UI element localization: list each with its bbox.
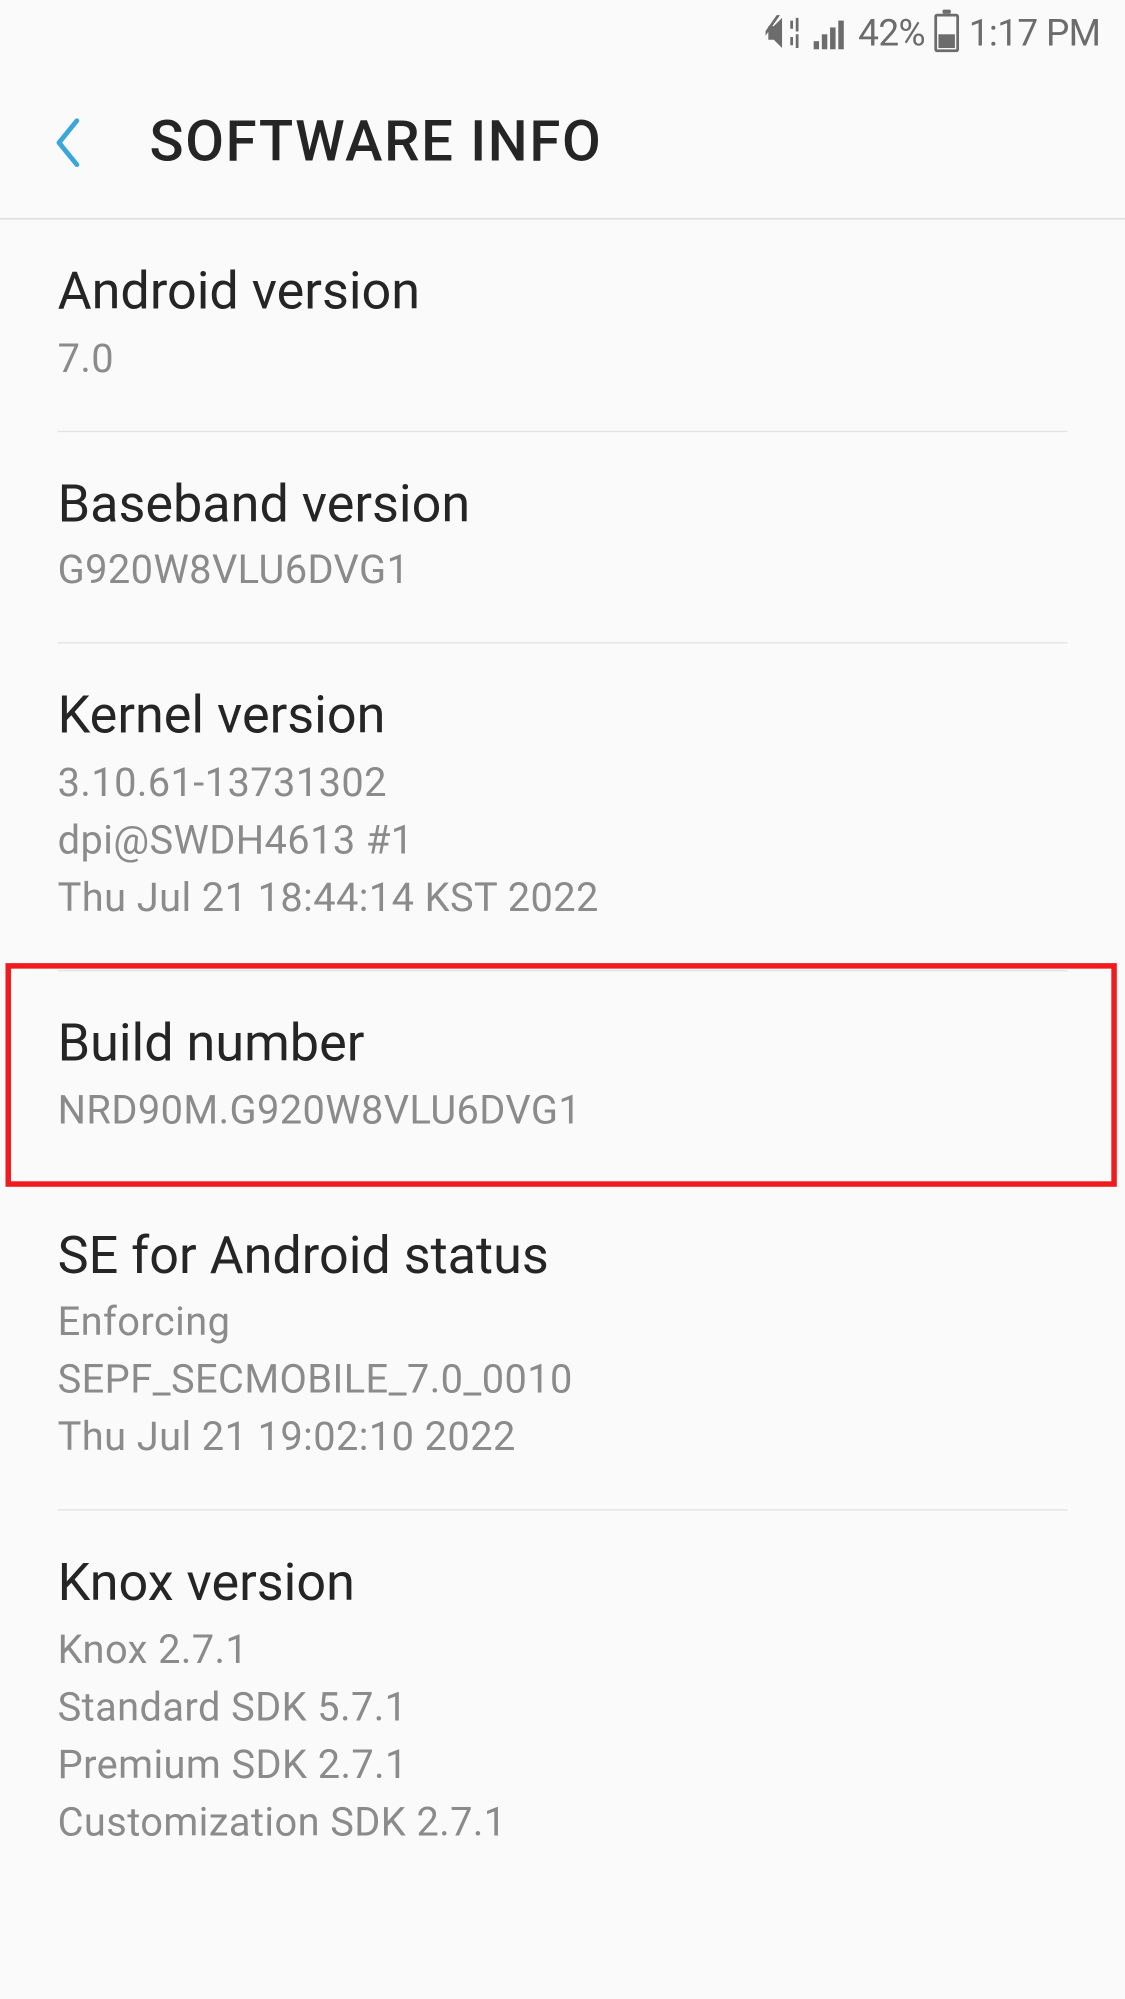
item-baseband-version[interactable]: Baseband version G920W8VLU6DVG1 (58, 432, 1068, 644)
item-label: Kernel version (58, 686, 1068, 749)
item-value: Knox 2.7.1 Standard SDK 5.7.1 Premium SD… (58, 1622, 1068, 1853)
item-label: Baseband version (58, 474, 1068, 537)
item-value: G920W8VLU6DVG1 (58, 542, 1068, 600)
back-button[interactable] (47, 108, 88, 177)
item-label: Knox version (58, 1554, 1068, 1617)
page-title: SOFTWARE INFO (150, 109, 603, 175)
battery-icon (935, 14, 960, 52)
item-value: Enforcing SEPF_SECMOBILE_7.0_0010 Thu Ju… (58, 1294, 1068, 1467)
status-time: 1:17 PM (969, 11, 1101, 55)
item-android-version[interactable]: Android version 7.0 (58, 220, 1068, 432)
chevron-left-icon (52, 115, 82, 170)
settings-list: Android version 7.0 Baseband version G92… (0, 220, 1125, 1895)
item-value: 3.10.61-13731302 dpi@SWDH4613 #1 Thu Jul… (58, 754, 1068, 927)
title-bar: SOFTWARE INFO (0, 66, 1125, 220)
item-value: 7.0 (58, 330, 1068, 388)
item-knox-version[interactable]: Knox version Knox 2.7.1 Standard SDK 5.7… (58, 1511, 1068, 1895)
item-value: NRD90M.G920W8VLU6DVG1 (58, 1082, 1068, 1140)
item-label: Build number (58, 1014, 1068, 1077)
screen: 42% 1:17 PM SOFTWARE INFO Android versio… (0, 0, 1125, 1998)
signal-icon (813, 16, 849, 49)
mute-vibrate-icon (765, 15, 803, 51)
item-build-number[interactable]: Build number NRD90M.G920W8VLU6DVG1 (58, 971, 1068, 1183)
item-kernel-version[interactable]: Kernel version 3.10.61-13731302 dpi@SWDH… (58, 644, 1068, 972)
battery-percent: 42% (858, 11, 925, 55)
item-label: Android version (58, 262, 1068, 325)
item-se-android-status[interactable]: SE for Android status Enforcing SEPF_SEC… (58, 1184, 1068, 1512)
status-bar: 42% 1:17 PM (0, 0, 1125, 66)
item-label: SE for Android status (58, 1226, 1068, 1289)
